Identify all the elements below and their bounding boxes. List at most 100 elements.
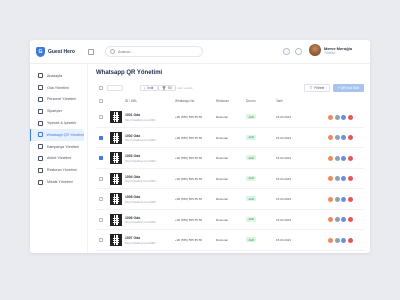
restaurant-name: Restoran bbox=[216, 135, 229, 140]
menu-toggle-icon[interactable] bbox=[88, 48, 94, 55]
qr-code-image bbox=[110, 152, 122, 164]
edit-icon[interactable] bbox=[328, 135, 333, 140]
whatsapp-number: +90 (555) 555 55 55 bbox=[175, 238, 203, 242]
edit-icon[interactable] bbox=[328, 114, 333, 120]
view-icon[interactable] bbox=[341, 176, 346, 181]
room-id: 1001 Oda bbox=[125, 113, 141, 117]
sidebar-item[interactable]: Oda Yönetimi bbox=[30, 82, 87, 94]
table-row[interactable]: 1002 Oda http://misafirqr.com/1002 +90 (55… bbox=[96, 128, 364, 148]
row-checkbox[interactable] bbox=[99, 217, 103, 222]
sidebar-item[interactable]: Personel Yönetimi bbox=[30, 94, 87, 106]
app-window: G Guest Hero Merve Meroğlu Yönetici Anas… bbox=[30, 40, 370, 253]
sidebar-item[interactable]: Whatsapp QR Yönetimi bbox=[30, 128, 84, 141]
header-checkbox[interactable] bbox=[99, 99, 103, 103]
view-icon[interactable] bbox=[341, 237, 346, 243]
notification-icon[interactable] bbox=[295, 48, 302, 55]
qr-url[interactable]: http://misafirqr.com/1002 bbox=[125, 138, 156, 142]
delete-button[interactable]: 🗑 Sil bbox=[158, 85, 176, 91]
date: 15.03.2023 bbox=[276, 217, 292, 222]
edit-icon[interactable] bbox=[328, 217, 333, 222]
table-row[interactable]: 1005 Oda http://misafirqr.com/1005 +90 (55… bbox=[96, 189, 364, 210]
download-icon[interactable] bbox=[334, 217, 340, 222]
view-icon[interactable] bbox=[341, 196, 346, 202]
download-icon[interactable] bbox=[334, 237, 340, 243]
search-box[interactable] bbox=[105, 46, 203, 57]
edit-icon[interactable] bbox=[328, 176, 333, 181]
table-row[interactable]: 1003 Oda http://misafirqr.com/1003 +90 (55… bbox=[96, 148, 364, 169]
delete-icon[interactable] bbox=[347, 196, 353, 202]
view-icon[interactable] bbox=[341, 217, 346, 222]
table-row[interactable]: 1001 Oda http://misafirqr.com/1001 +90 (55… bbox=[96, 107, 364, 128]
delete-icon[interactable] bbox=[347, 155, 353, 161]
sidebar-item[interactable]: Anket Yönetimi bbox=[30, 153, 87, 165]
sidebar-item-label: Restoran Yönetimi bbox=[47, 168, 77, 173]
edit-icon[interactable] bbox=[328, 155, 333, 161]
sidebar-item[interactable]: Anasayfa bbox=[30, 70, 87, 82]
date: 15.03.2023 bbox=[276, 115, 292, 119]
row-checkbox[interactable] bbox=[99, 176, 103, 181]
add-qr-button[interactable]: + QR Kod Ekle bbox=[333, 84, 364, 92]
qr-url[interactable]: http://misafirqr.com/1006 bbox=[125, 220, 156, 224]
sidebar-item[interactable]: Kampanya Yönetimi bbox=[30, 141, 87, 153]
table-row[interactable]: 1007 Oda http://misafirqr.com/1007 +90 (55… bbox=[96, 230, 364, 251]
delete-icon[interactable] bbox=[347, 114, 353, 120]
row-checkbox[interactable] bbox=[99, 135, 103, 140]
sidebar-item-label: Siparişler bbox=[47, 109, 62, 114]
download-icon[interactable] bbox=[334, 196, 340, 202]
brand-logo[interactable]: G Guest Hero bbox=[36, 46, 78, 57]
sidebar-item-label: Anket Yönetimi bbox=[47, 156, 72, 161]
status-badge: Aktif bbox=[246, 175, 257, 181]
view-icon[interactable] bbox=[341, 135, 346, 140]
view-icon[interactable] bbox=[341, 114, 346, 120]
qr-url[interactable]: http://misafirqr.com/1004 bbox=[125, 179, 156, 183]
download-icon[interactable] bbox=[334, 135, 340, 140]
sidebar-item-label: Anasayfa bbox=[47, 73, 62, 78]
download-icon[interactable] bbox=[334, 155, 340, 161]
row-checkbox[interactable] bbox=[99, 156, 103, 160]
qr-code-image bbox=[110, 111, 122, 123]
sidebar-item[interactable]: Restoran Yönetimi bbox=[30, 164, 87, 176]
sidebar-item-label: Misafir Yönetimi bbox=[47, 180, 73, 185]
sidebar-item[interactable]: Yiyecek & İçeceklr bbox=[30, 117, 87, 129]
table-row[interactable]: 1004 Oda http://misafirqr.com/1004 +90 (55… bbox=[96, 169, 364, 189]
bulk-action-select[interactable] bbox=[107, 85, 123, 91]
delete-icon[interactable] bbox=[347, 135, 353, 140]
download-icon: ⤓ bbox=[144, 86, 146, 90]
search-input[interactable] bbox=[118, 49, 198, 54]
row-actions bbox=[328, 217, 353, 222]
page-title: Whatsapp QR Yönetimi bbox=[96, 70, 163, 76]
export-button[interactable]: ⤓ İndir bbox=[140, 85, 158, 91]
settings-icon[interactable] bbox=[283, 48, 290, 55]
restaurant-name: Restoran bbox=[216, 238, 229, 242]
row-checkbox[interactable] bbox=[99, 238, 103, 242]
download-icon[interactable] bbox=[334, 114, 340, 120]
download-icon[interactable] bbox=[334, 176, 340, 181]
row-actions bbox=[328, 176, 353, 181]
qr-url[interactable]: http://misafirqr.com/1007 bbox=[125, 241, 156, 245]
delete-icon[interactable] bbox=[347, 217, 353, 222]
qr-url[interactable]: http://misafirqr.com/1005 bbox=[125, 200, 156, 204]
sidebar-item[interactable]: Siparişler bbox=[30, 105, 87, 117]
edit-icon[interactable] bbox=[328, 237, 333, 243]
sidebar-item[interactable]: Misafir Yönetimi bbox=[30, 176, 87, 188]
delete-icon[interactable] bbox=[347, 237, 353, 243]
room-id: 1007 Oda bbox=[125, 236, 141, 240]
row-checkbox[interactable] bbox=[99, 197, 103, 201]
row-checkbox[interactable] bbox=[99, 115, 103, 119]
user-menu[interactable]: Merve Meroğlu Yönetici bbox=[309, 44, 352, 56]
qr-url[interactable]: http://misafirqr.com/1001 bbox=[125, 118, 156, 122]
user-name: Merve Meroğlu bbox=[324, 45, 353, 51]
qr-url[interactable]: http://misafirqr.com/1003 bbox=[125, 159, 156, 163]
status-badge: Aktif bbox=[246, 216, 257, 222]
delete-icon[interactable] bbox=[347, 176, 353, 181]
filter-button[interactable]: ▽ Filtrele bbox=[304, 84, 330, 92]
whatsapp-number: +90 (555) 555 55 55 bbox=[175, 135, 203, 140]
select-all-checkbox[interactable] bbox=[99, 86, 103, 90]
edit-icon[interactable] bbox=[328, 196, 333, 202]
filter-icon: ▽ bbox=[309, 86, 313, 90]
status-badge: Aktif bbox=[246, 114, 257, 119]
view-icon[interactable] bbox=[341, 155, 346, 161]
menu-item-icon bbox=[37, 132, 43, 138]
table-row[interactable]: 1006 Oda http://misafirqr.com/1006 +90 (55… bbox=[96, 210, 364, 230]
date: 15.03.2023 bbox=[276, 176, 292, 181]
